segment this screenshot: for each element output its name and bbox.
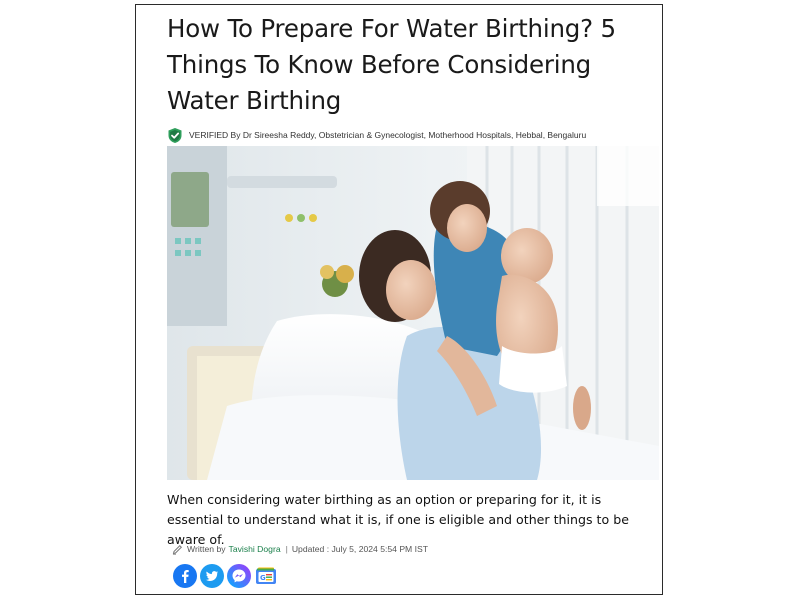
twitter-icon[interactable] <box>200 564 224 588</box>
byline-separator: | <box>285 544 288 554</box>
verified-text: VERIFIED By Dr Sireesha Reddy, Obstetric… <box>189 130 587 140</box>
svg-text:G: G <box>260 574 266 582</box>
updated-timestamp: Updated : July 5, 2024 5:54 PM IST <box>291 544 428 554</box>
shield-check-icon <box>167 127 183 144</box>
messenger-icon[interactable] <box>227 564 251 588</box>
written-by-label: Written by <box>187 544 226 554</box>
byline: Written by Tavishi Dogra | Updated : Jul… <box>172 541 428 557</box>
share-bar: G <box>173 564 278 588</box>
article-title: How To Prepare For Water Birthing? 5 Thi… <box>167 14 616 115</box>
pencil-icon <box>172 544 183 555</box>
author-link[interactable]: Tavishi Dogra <box>229 544 281 554</box>
article-card: How To Prepare For Water Birthing? 5 Thi… <box>135 4 663 595</box>
google-news-icon[interactable]: G <box>254 564 278 588</box>
facebook-icon[interactable] <box>173 564 197 588</box>
verified-badge: VERIFIED By Dr Sireesha Reddy, Obstetric… <box>167 126 586 144</box>
hero-image <box>167 146 659 480</box>
